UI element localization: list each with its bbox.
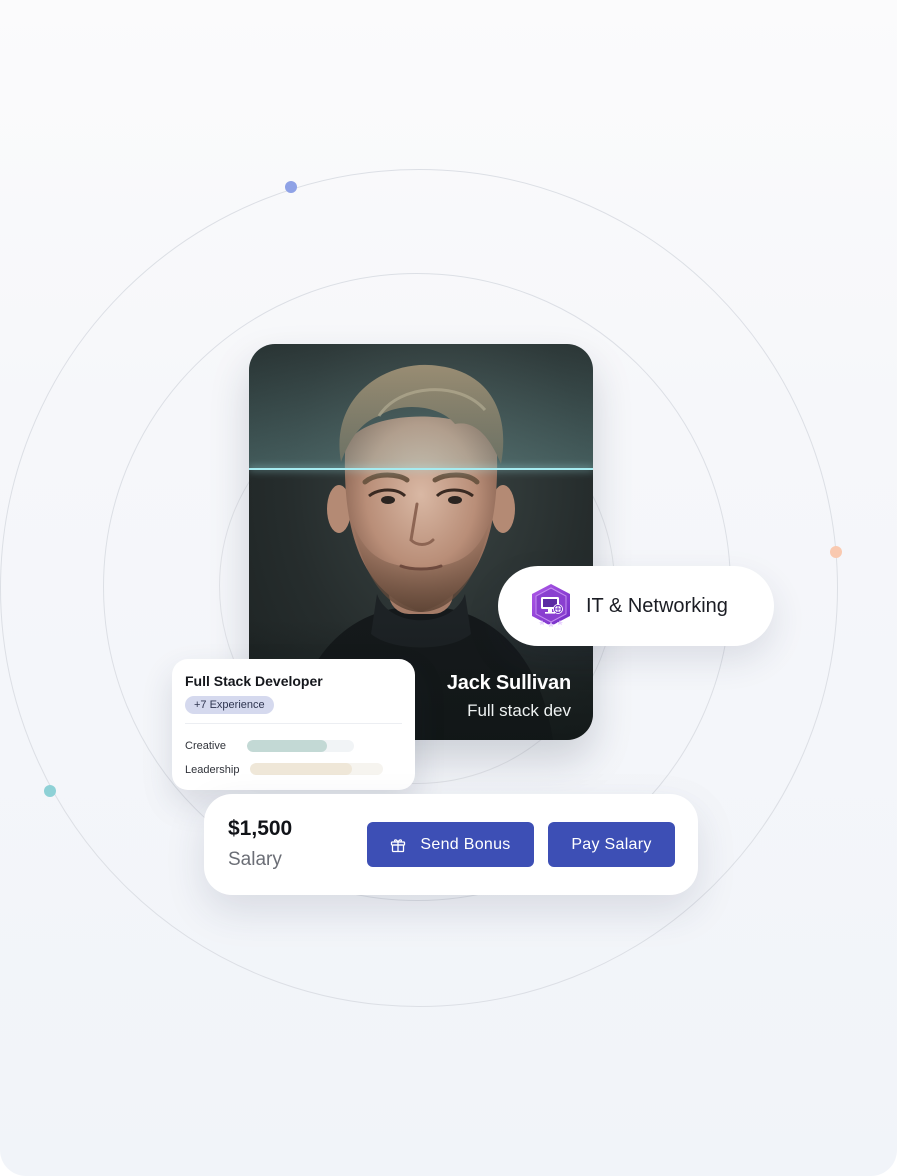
salary-amount: $1,500 — [228, 817, 293, 840]
salary-card: $1,500 Salary Send Bonus Pay Salary — [204, 794, 698, 895]
gift-icon — [391, 838, 406, 852]
it-networking-badge-icon — [532, 584, 570, 628]
skills-divider — [185, 723, 402, 724]
category-label: IT & Networking — [586, 594, 728, 617]
pay-salary-label: Pay Salary — [571, 835, 652, 853]
orbit-dot-peach — [830, 546, 842, 558]
skills-card: Full Stack Developer +7 Experience Creat… — [172, 659, 415, 790]
orbit-dot-teal — [44, 785, 56, 797]
skill-label-leadership: Leadership — [185, 764, 240, 776]
hero-illustration: Jack Sullivan Full stack dev IT & Networ… — [0, 0, 897, 1176]
job-title: Full Stack Developer — [185, 673, 323, 689]
scan-overlay — [249, 344, 593, 470]
category-chip[interactable]: IT & Networking — [498, 566, 774, 646]
skill-bar-creative — [247, 740, 354, 752]
skill-bar-fill-creative — [247, 740, 328, 752]
orbit-dot-blue — [285, 181, 297, 193]
send-bonus-label: Send Bonus — [420, 835, 511, 853]
scan-line — [249, 468, 593, 470]
experience-tag: +7 Experience — [185, 696, 274, 714]
skill-bar-leadership — [250, 763, 383, 775]
salary-label: Salary — [228, 849, 282, 870]
pay-salary-button[interactable]: Pay Salary — [548, 822, 675, 867]
profile-name: Jack Sullivan — [446, 672, 571, 694]
skill-label-creative: Creative — [185, 740, 226, 752]
profile-role: Full stack dev — [467, 701, 571, 720]
skill-bar-fill-leadership — [250, 763, 353, 775]
send-bonus-button[interactable]: Send Bonus — [367, 822, 534, 867]
